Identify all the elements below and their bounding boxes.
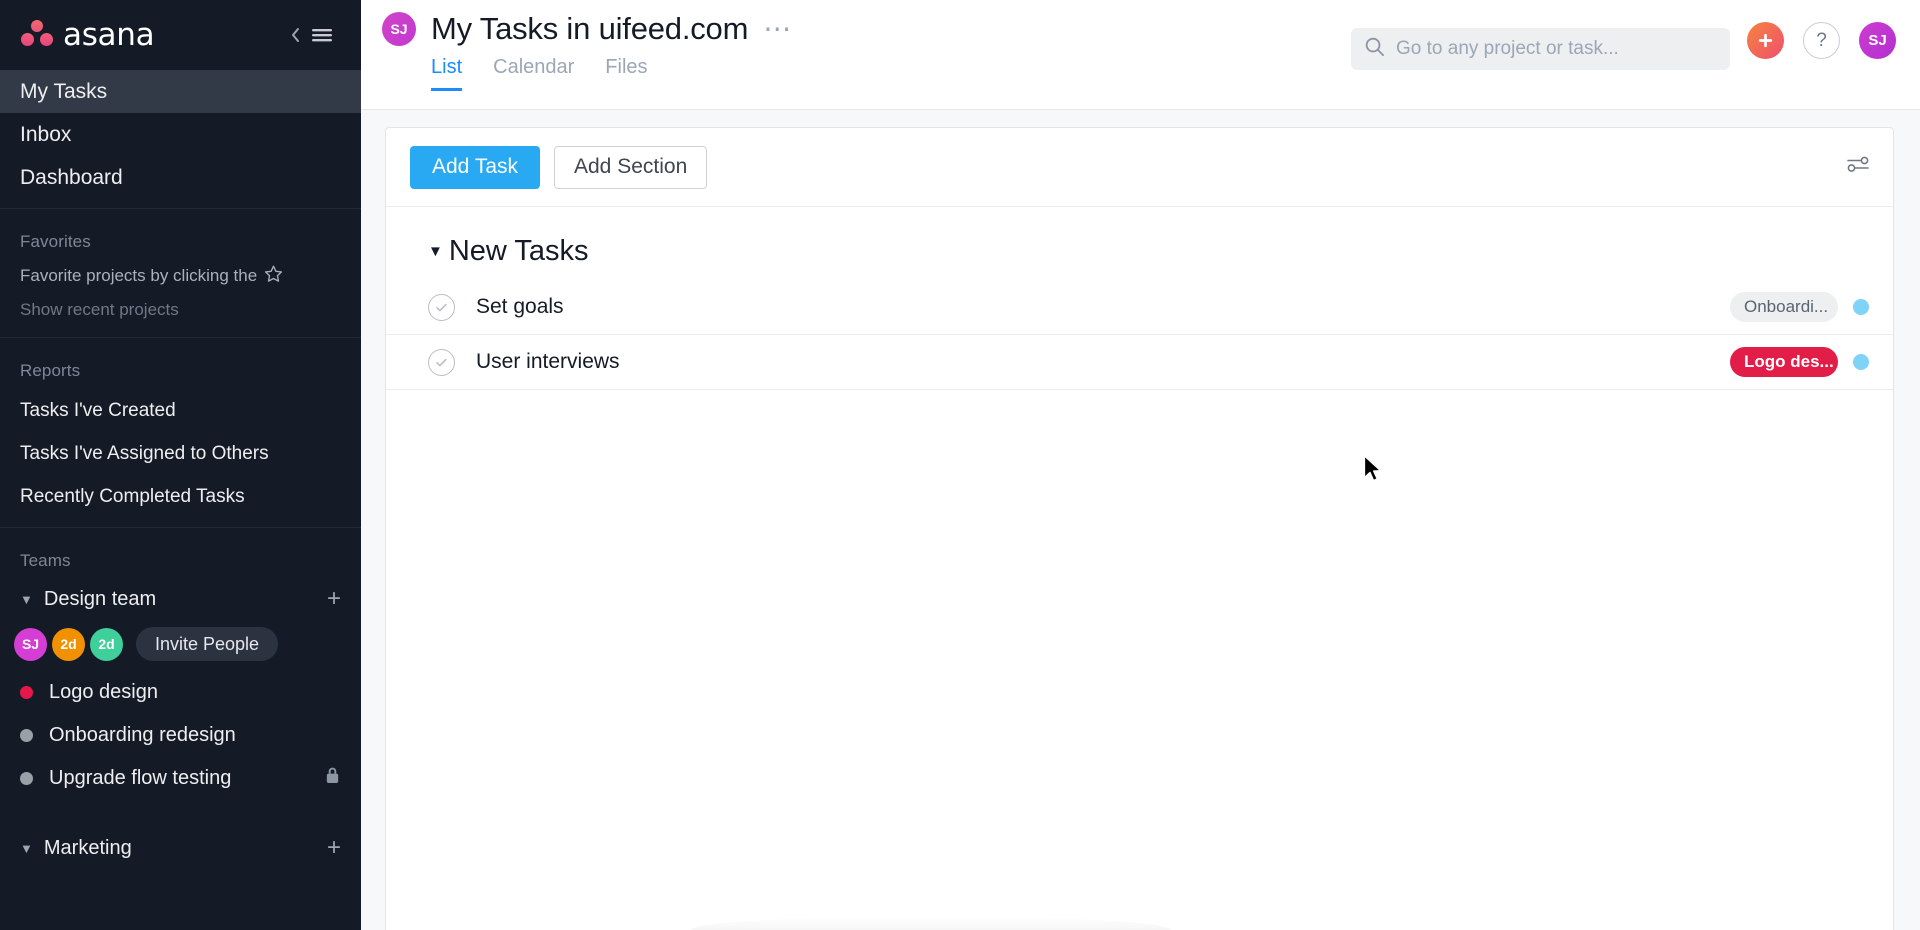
collapse-sidebar-icon[interactable] (290, 25, 333, 45)
team-name: Design team (43, 587, 157, 610)
favorites-header: Favorites (20, 232, 91, 251)
sidebar: asana My Tasks Inbox Dashboard Favorites… (0, 0, 361, 930)
team-members-row: SJ 2d 2d Invite People (0, 619, 361, 671)
sidebar-item-recently-completed[interactable]: Recently Completed Tasks (0, 475, 361, 518)
filter-sliders-icon[interactable] (1845, 154, 1871, 181)
project-name: Upgrade flow testing (49, 767, 232, 789)
check-circle-icon[interactable] (428, 348, 455, 376)
profile-avatar[interactable]: SJ (1859, 22, 1896, 59)
sidebar-item-label: Inbox (20, 122, 72, 146)
check-circle-icon[interactable] (428, 293, 455, 321)
sidebar-item-label: Dashboard (20, 165, 123, 189)
avatar[interactable]: 2d (90, 627, 123, 661)
team-name: Marketing (43, 836, 132, 859)
search-input[interactable]: Go to any project or task... (1351, 28, 1730, 70)
invite-people-button[interactable]: Invite People (136, 627, 279, 661)
star-icon (264, 264, 283, 288)
report-item-label: Tasks I've Created (20, 399, 176, 421)
list-toolbar: Add Task Add Section (386, 128, 1893, 207)
task-name: Set goals (476, 295, 564, 318)
asana-logo-icon (20, 20, 54, 50)
section-header-new-tasks[interactable]: ▼ New Tasks (386, 207, 1893, 280)
tab-list[interactable]: List (431, 56, 463, 91)
asana-app: asana My Tasks Inbox Dashboard Favorites… (0, 0, 1920, 930)
teams-header: Teams (20, 551, 71, 570)
avatar: SJ (382, 12, 416, 46)
report-item-label: Recently Completed Tasks (20, 485, 245, 507)
sidebar-item-inbox[interactable]: Inbox (0, 113, 361, 156)
project-color-dot (20, 772, 33, 785)
favorites-hint-text: Favorite projects by clicking the (20, 266, 258, 285)
section-title-label: New Tasks (448, 235, 589, 267)
avatar[interactable]: SJ (14, 627, 47, 661)
caret-down-icon: ▼ (20, 591, 33, 607)
sidebar-item-tasks-assigned[interactable]: Tasks I've Assigned to Others (0, 432, 361, 475)
add-task-button[interactable]: Add Task (410, 145, 540, 189)
tab-files[interactable]: Files (605, 56, 647, 91)
project-name: Onboarding redesign (49, 724, 236, 746)
status-badge[interactable]: Logo des... (1730, 347, 1838, 377)
team-group-design-team[interactable]: ▼ Design team + (0, 579, 361, 619)
caret-down-icon: ▼ (20, 840, 33, 856)
teams-section: Teams ▼ Design team + SJ 2d 2d Invite Pe… (0, 537, 361, 868)
favorites-empty-hint: Favorite projects by clicking the (0, 260, 361, 296)
task-indicator-dot (1853, 299, 1869, 315)
add-section-button[interactable]: Add Section (554, 145, 708, 189)
task-indicator-dot (1853, 354, 1869, 370)
reports-section: Reports Tasks I've Created Tasks I've As… (0, 347, 361, 518)
project-color-dot (20, 729, 33, 742)
triangle-down-icon[interactable]: ▼ (428, 244, 443, 259)
top-bar: SJ My Tasks in uifeed.com ⋯ List Calenda… (361, 0, 1920, 110)
primary-nav: My Tasks Inbox Dashboard (0, 70, 361, 199)
table-row[interactable]: User interviews Logo des... (386, 335, 1893, 390)
tab-calendar[interactable]: Calendar (493, 56, 574, 91)
avatar[interactable]: 2d (52, 627, 85, 661)
page-title: My Tasks in uifeed.com (431, 11, 749, 46)
sidebar-item-tasks-created[interactable]: Tasks I've Created (0, 389, 361, 432)
sidebar-item-my-tasks[interactable]: My Tasks (0, 70, 361, 113)
brand-name: asana (63, 17, 155, 53)
sidebar-divider (0, 337, 361, 338)
help-button[interactable]: ? (1803, 22, 1840, 59)
project-color-dot (20, 686, 33, 699)
table-row[interactable]: Set goals Onboardi... (386, 280, 1893, 335)
team-group-marketing[interactable]: ▼ Marketing + (0, 828, 361, 868)
task-meta: Onboardi... (1730, 292, 1869, 322)
lock-icon (324, 766, 341, 791)
task-meta: Logo des... (1730, 347, 1869, 377)
project-name: Logo design (49, 681, 158, 703)
sidebar-project-upgrade-flow-testing[interactable]: Upgrade flow testing (0, 757, 361, 800)
favorites-section: Favorites Favorite projects by clicking … (0, 218, 361, 328)
show-recent-label: Show recent projects (20, 300, 179, 319)
sidebar-header: asana (0, 0, 361, 70)
task-list-card: Add Task Add Section ▼ New Tasks Set goa… (385, 127, 1894, 930)
search-placeholder: Go to any project or task... (1396, 38, 1619, 59)
search-icon (1364, 36, 1385, 62)
report-item-label: Tasks I've Assigned to Others (20, 442, 269, 464)
content-area: Add Task Add Section ▼ New Tasks Set goa… (361, 110, 1920, 930)
sidebar-item-label: My Tasks (20, 79, 108, 103)
ellipsis-icon[interactable]: ⋯ (763, 15, 793, 43)
header-actions: ? SJ (1747, 22, 1896, 59)
add-project-icon[interactable]: + (327, 587, 341, 611)
reports-header: Reports (20, 361, 81, 380)
sidebar-item-dashboard[interactable]: Dashboard (0, 156, 361, 199)
sidebar-divider (0, 208, 361, 209)
sidebar-project-onboarding-redesign[interactable]: Onboarding redesign (0, 714, 361, 757)
task-name: User interviews (476, 350, 620, 373)
status-badge[interactable]: Onboardi... (1730, 292, 1838, 322)
sidebar-divider (0, 527, 361, 528)
add-project-icon[interactable]: + (327, 836, 341, 860)
main-content: SJ My Tasks in uifeed.com ⋯ List Calenda… (361, 0, 1920, 930)
create-button[interactable] (1747, 22, 1784, 59)
show-recent-projects-link[interactable]: Show recent projects (0, 296, 361, 328)
sidebar-project-logo-design[interactable]: Logo design (0, 671, 361, 714)
asana-logo[interactable]: asana (20, 17, 155, 53)
